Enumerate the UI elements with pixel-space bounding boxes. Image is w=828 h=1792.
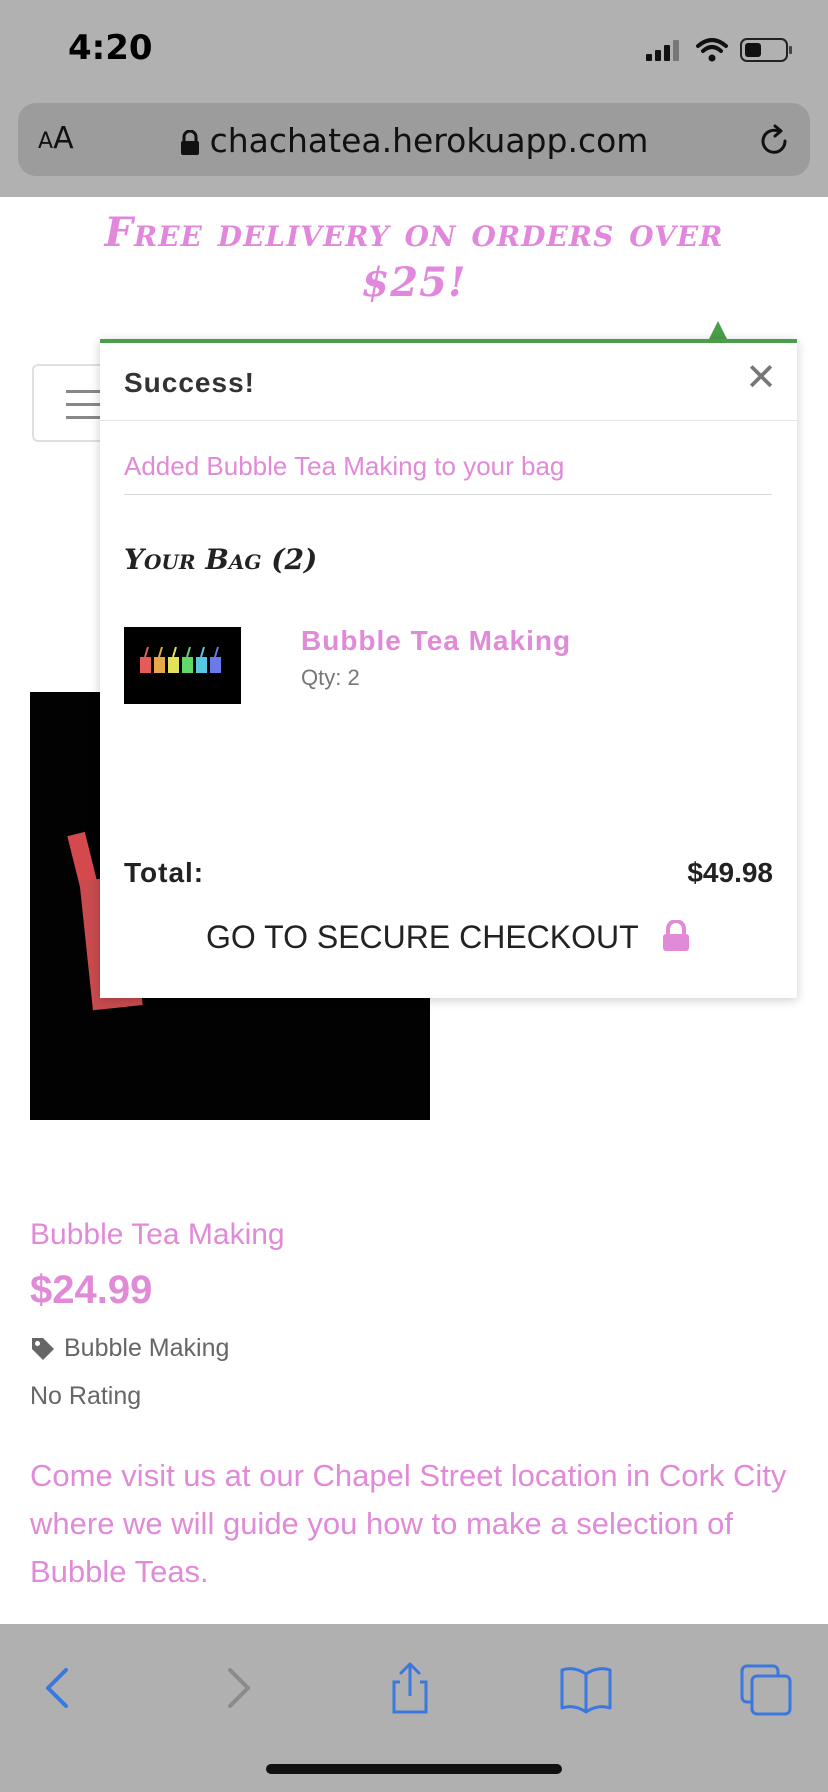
promo-banner: Free delivery on orders over $25! [40, 208, 788, 308]
status-time: 4:20 [68, 28, 153, 68]
popup-header: Success! ✕ [100, 343, 797, 421]
address-bar[interactable]: AA chachatea.herokuapp.com [18, 103, 810, 176]
total-label: Total: [124, 857, 205, 888]
product-category[interactable]: Bubble Making [30, 1334, 229, 1363]
tag-icon [32, 1337, 54, 1360]
bookmarks-icon[interactable] [556, 1658, 616, 1718]
share-icon[interactable] [380, 1658, 440, 1718]
back-icon[interactable] [30, 1658, 90, 1718]
secure-checkout-button[interactable]: GO TO SECURE CHECKOUT [100, 919, 797, 956]
tabs-icon[interactable] [736, 1658, 796, 1718]
lock-icon [662, 919, 689, 951]
popup-pointer [709, 321, 727, 339]
bag-item-qty: Qty: 2 [301, 665, 360, 690]
home-indicator[interactable] [266, 1764, 562, 1774]
close-icon[interactable]: ✕ [745, 359, 777, 397]
reload-icon[interactable] [756, 123, 792, 159]
url-text: chachatea.herokuapp.com [209, 121, 649, 160]
bag-item-thumbnail[interactable] [124, 627, 241, 704]
forward-icon[interactable] [206, 1658, 266, 1718]
product-description: Come visit us at our Chapel Street locat… [30, 1458, 787, 1589]
url-display[interactable]: chachatea.herokuapp.com [18, 121, 810, 160]
popup-message: Added Bubble Tea Making to your bag [124, 451, 772, 495]
battery-icon [740, 38, 792, 62]
promo-line-1: Free delivery on orders over [104, 209, 724, 256]
promo-line-2: $25! [361, 259, 467, 306]
lock-icon [180, 129, 199, 155]
bag-item-name[interactable]: Bubble Tea Making [301, 625, 571, 657]
product-title[interactable]: Bubble Tea Making [30, 1218, 285, 1252]
wifi-icon [696, 38, 728, 62]
product-category-label: Bubble Making [64, 1334, 230, 1362]
bubble-tea-cups-image [140, 646, 221, 673]
product-price: $24.99 [30, 1268, 153, 1312]
total-value: $49.98 [687, 857, 773, 888]
status-bar: 4:20 [0, 0, 828, 100]
bag-popup: Success! ✕ Added Bubble Tea Making to yo… [100, 339, 797, 998]
signal-icon [646, 40, 679, 61]
checkout-label: GO TO SECURE CHECKOUT [206, 919, 639, 955]
status-icons [646, 36, 794, 64]
product-rating: No Rating [30, 1382, 142, 1410]
browser-address-area: AA chachatea.herokuapp.com [0, 100, 828, 197]
popup-title: Success! [124, 367, 255, 398]
bag-heading: Your Bag (2) [124, 543, 318, 576]
